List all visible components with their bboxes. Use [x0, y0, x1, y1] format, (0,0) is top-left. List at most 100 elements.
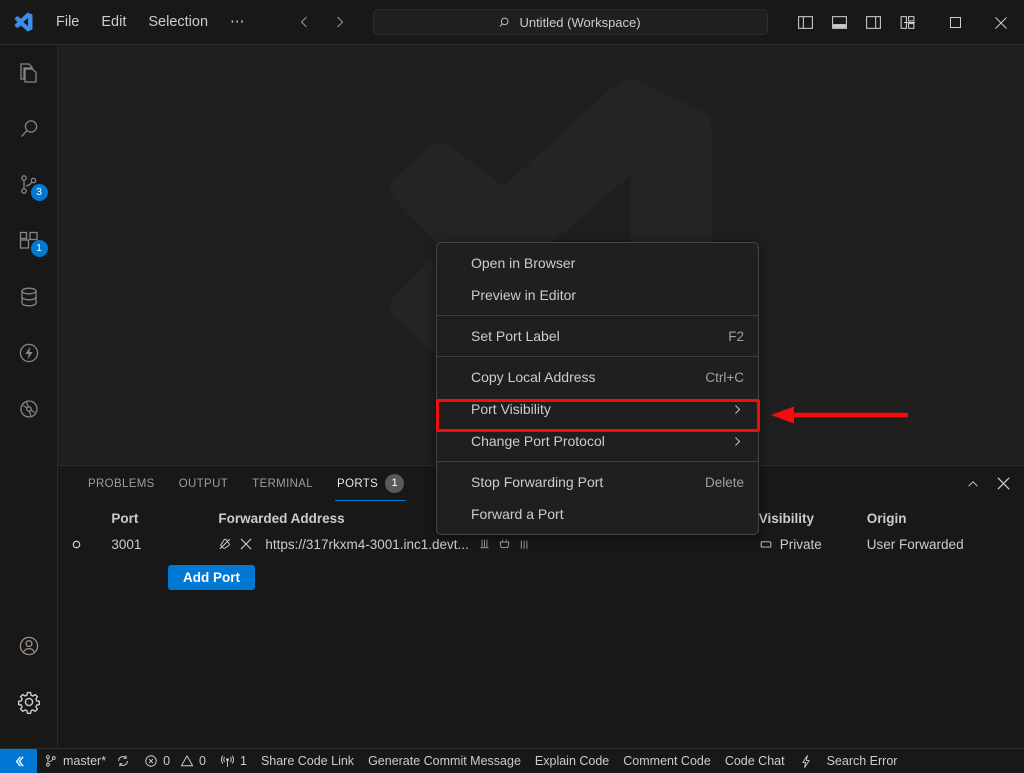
sidebar-item-thunder-client[interactable]: [0, 325, 58, 381]
ctx-copy-local-address-label: Copy Local Address: [471, 369, 596, 385]
tab-problems-label: PROBLEMS: [88, 477, 155, 490]
sidebar-item-manage[interactable]: [0, 674, 58, 730]
ctx-set-port-label[interactable]: Set Port Label F2: [437, 320, 758, 352]
lightning-icon: [17, 341, 41, 365]
chevron-up-icon[interactable]: [960, 471, 986, 497]
status-problems[interactable]: 0 0: [137, 749, 213, 773]
private-lock-icon: [759, 537, 773, 551]
ctx-port-visibility-label: Port Visibility: [471, 401, 551, 417]
port-visibility-text: Private: [779, 536, 822, 552]
status-explain-code[interactable]: Explain Code: [528, 749, 616, 773]
remote-indicator-icon: [11, 754, 26, 769]
ctx-stop-forwarding-port-shortcut: Delete: [704, 474, 744, 490]
tab-ports[interactable]: PORTS 1: [325, 466, 416, 501]
account-icon: [17, 634, 41, 658]
remote-indicator[interactable]: [0, 748, 37, 773]
tab-ports-count: 1: [385, 474, 405, 493]
title-bar: File Edit Selection ⋯ Untitled (Workspac…: [0, 0, 1024, 45]
status-branch[interactable]: master*: [37, 749, 137, 773]
port-number: 3001: [111, 536, 142, 552]
forward-arrow-icon[interactable]: [327, 10, 351, 34]
ctx-preview-in-editor-label: Preview in Editor: [471, 287, 577, 303]
back-arrow-icon[interactable]: [293, 10, 317, 34]
sidebar-item-remote-explorer[interactable]: [0, 381, 58, 437]
ctx-open-in-browser-label: Open in Browser: [471, 255, 576, 271]
ctx-preview-in-editor[interactable]: Preview in Editor: [437, 279, 758, 311]
status-branch-label: master*: [63, 754, 107, 768]
status-search-error[interactable]: Search Error: [820, 749, 905, 773]
tab-terminal[interactable]: TERMINAL: [240, 466, 325, 501]
port-address-trailing-icons: [478, 538, 531, 551]
panel-actions: [960, 466, 1016, 501]
status-generate-commit-message[interactable]: Generate Commit Message: [361, 749, 528, 773]
toggle-secondary-sidebar-icon[interactable]: [860, 8, 888, 36]
col-header-visibility: Visibility: [758, 510, 815, 526]
status-warnings-count: 0: [199, 754, 206, 768]
maximize-button[interactable]: [932, 0, 978, 45]
ctx-open-in-browser[interactable]: Open in Browser: [437, 247, 758, 279]
status-bar: master* 0 0 1 Share Code Link Generate C…: [0, 748, 1024, 773]
workspace-title: Untitled (Workspace): [519, 14, 641, 30]
browser-icon[interactable]: [498, 538, 511, 551]
sidebar-item-explorer[interactable]: [0, 45, 58, 101]
zap-icon: [799, 754, 813, 769]
close-button[interactable]: [978, 0, 1024, 45]
add-port-button[interactable]: Add Port: [168, 565, 255, 590]
globe-slash-icon[interactable]: [218, 537, 232, 551]
close-icon[interactable]: [990, 471, 1016, 497]
status-code-chat[interactable]: Code Chat: [718, 749, 792, 773]
ctx-separator-2: [437, 356, 758, 357]
ctx-port-visibility[interactable]: Port Visibility: [437, 393, 758, 425]
command-center[interactable]: Untitled (Workspace): [372, 9, 768, 35]
port-address-action-icons: [218, 537, 252, 551]
toggle-panel-icon[interactable]: [826, 8, 854, 36]
copy-icon[interactable]: [478, 538, 491, 551]
warning-icon: [180, 754, 194, 768]
sidebar-item-accounts[interactable]: [0, 618, 58, 674]
chevron-right-icon: [731, 435, 744, 448]
menu-edit[interactable]: Edit: [91, 10, 136, 34]
search-icon: [499, 16, 512, 29]
navigation-arrows: [293, 10, 351, 34]
ctx-set-port-label-text: Set Port Label: [471, 328, 560, 344]
stop-forwarding-icon[interactable]: [240, 538, 252, 550]
status-ports[interactable]: 1: [213, 749, 254, 773]
tab-terminal-label: TERMINAL: [252, 477, 314, 490]
more-icon[interactable]: [518, 538, 531, 551]
menu-file[interactable]: File: [46, 10, 89, 34]
menu-bar: File Edit Selection ⋯: [46, 10, 255, 34]
col-header-port: Port: [111, 510, 139, 526]
ctx-set-port-label-shortcut: F2: [728, 328, 744, 344]
sidebar-item-search[interactable]: [0, 101, 58, 157]
add-port-container: Add Port: [58, 557, 1024, 590]
window-controls: [886, 0, 1024, 45]
tab-problems[interactable]: PROBLEMS: [76, 466, 167, 501]
menu-more[interactable]: ⋯: [220, 10, 255, 34]
vscode-window: File Edit Selection ⋯ Untitled (Workspac…: [0, 0, 1024, 773]
status-errors-count: 0: [163, 754, 171, 768]
ctx-separator-3: [437, 461, 758, 462]
tab-output[interactable]: OUTPUT: [167, 466, 240, 501]
ctx-stop-forwarding-port[interactable]: Stop Forwarding Port Delete: [437, 466, 758, 498]
ctx-change-port-protocol[interactable]: Change Port Protocol: [437, 425, 758, 457]
sidebar-item-extensions[interactable]: 1: [0, 213, 58, 269]
sync-icon[interactable]: [116, 754, 130, 768]
search-icon: [17, 117, 41, 141]
ctx-forward-a-port[interactable]: Forward a Port: [437, 498, 758, 530]
sidebar-item-database[interactable]: [0, 269, 58, 325]
database-icon: [17, 285, 41, 309]
sidebar-item-source-control[interactable]: 3: [0, 157, 58, 213]
menu-selection[interactable]: Selection: [138, 10, 218, 34]
ctx-copy-local-address[interactable]: Copy Local Address Ctrl+C: [437, 361, 758, 393]
status-share-code-link[interactable]: Share Code Link: [254, 749, 361, 773]
port-address-text[interactable]: https://317rkxm4-3001.inc1.devt...: [265, 537, 468, 552]
port-visibility-cell[interactable]: Private: [759, 537, 867, 552]
status-comment-code[interactable]: Comment Code: [616, 749, 718, 773]
annotation-arrow: [765, 404, 910, 426]
port-context-menu: Open in Browser Preview in Editor Set Po…: [436, 242, 759, 535]
status-thunder[interactable]: [792, 749, 820, 773]
minimize-button[interactable]: [886, 0, 932, 45]
toggle-primary-sidebar-icon[interactable]: [792, 8, 820, 36]
gear-icon: [17, 690, 41, 714]
radio-tower-icon: [220, 754, 235, 769]
